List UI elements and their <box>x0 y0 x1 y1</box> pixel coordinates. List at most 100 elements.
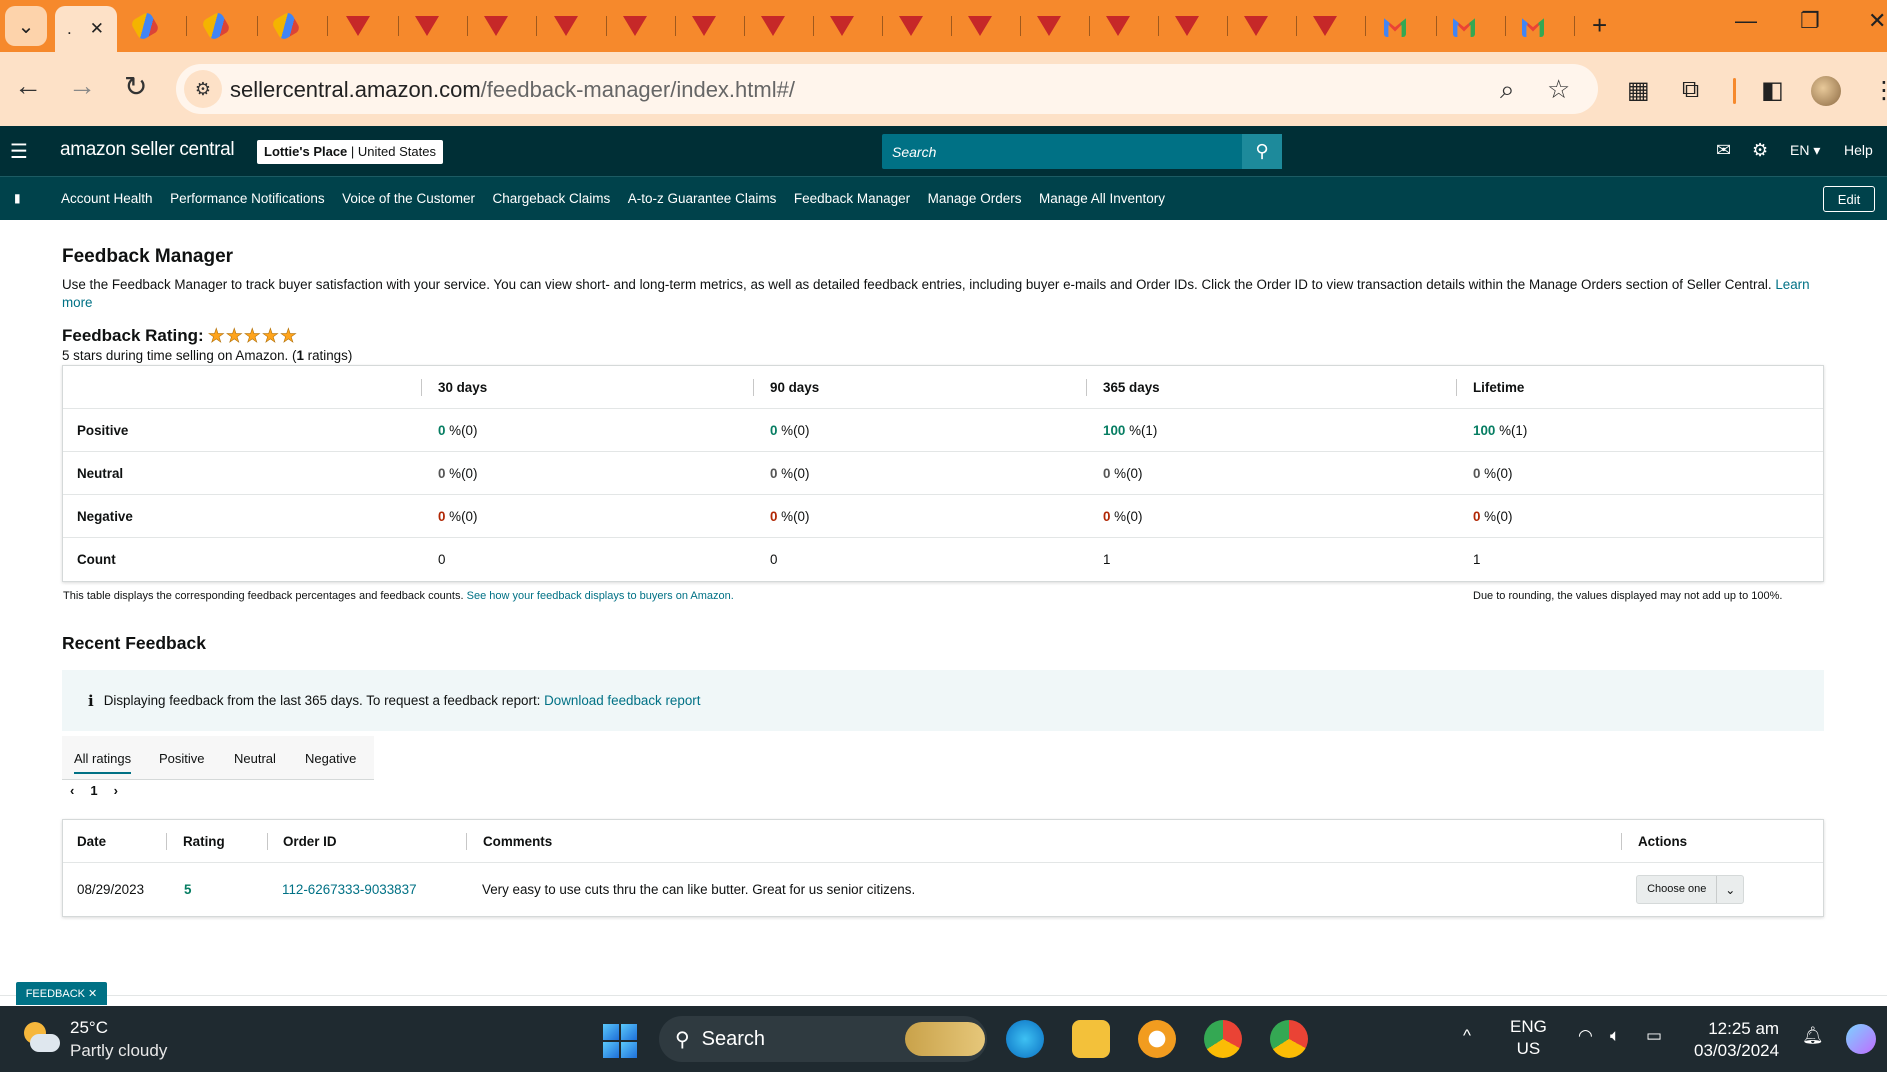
browser-tab[interactable] <box>1445 12 1511 40</box>
nav-item[interactable]: A-to-z Guarantee Claims <box>628 191 777 206</box>
download-report-link[interactable]: Download feedback report <box>544 693 700 708</box>
browser-tab[interactable] <box>1236 12 1302 40</box>
chrome-profile-icon[interactable] <box>1270 1020 1308 1058</box>
more-menu-icon[interactable]: ⋮ <box>1872 76 1887 105</box>
battery-icon[interactable]: ▭ <box>1646 1026 1662 1046</box>
browser-tab[interactable] <box>1376 12 1442 40</box>
browser-tab[interactable] <box>1098 12 1164 40</box>
browser-tab[interactable] <box>891 12 957 40</box>
edit-nav-button[interactable]: Edit <box>1823 186 1875 212</box>
next-page-icon[interactable]: › <box>114 783 118 798</box>
browser-tab[interactable] <box>197 10 263 42</box>
bookmark-star-icon[interactable]: ☆ <box>1547 74 1570 105</box>
zoom-icon[interactable]: ⌕ <box>1500 74 1515 106</box>
forward-arrow-icon[interactable]: → <box>68 70 96 102</box>
browser-tab[interactable] <box>684 12 750 40</box>
browser-tab[interactable] <box>1305 12 1371 40</box>
store-selector[interactable]: Lottie's Place | United States <box>257 140 443 164</box>
table-row: Negative 0 %(0) 0 %(0) 0 %(0) 0 %(0) <box>63 495 1823 538</box>
chrome-icon[interactable] <box>1204 1020 1242 1058</box>
mail-icon[interactable]: ✉ <box>1716 140 1731 161</box>
table-row: 08/29/2023 5 112-6267333-9033837 Very ea… <box>63 863 1823 916</box>
browser-tab[interactable] <box>960 12 1026 40</box>
url-text[interactable]: sellercentral.amazon.com/feedback-manage… <box>230 77 795 103</box>
browser-tab[interactable] <box>1167 12 1233 40</box>
buyer-display-link[interactable]: See how your feedback displays to buyers… <box>467 590 734 602</box>
current-page[interactable]: 1 <box>90 783 97 798</box>
restore-button[interactable]: ❐ <box>1800 8 1820 34</box>
ratings-cell: 0 %(0) <box>1103 466 1143 481</box>
nav-item[interactable]: Performance Notifications <box>170 191 325 206</box>
new-tab-button[interactable]: + <box>1592 10 1607 41</box>
nav-item[interactable]: Feedback Manager <box>794 191 910 206</box>
nav-item[interactable]: Chargeback Claims <box>492 191 610 206</box>
vpn-app-icon[interactable] <box>1138 1020 1176 1058</box>
file-explorer-icon[interactable] <box>1072 1020 1110 1058</box>
edge-icon[interactable] <box>1006 1020 1044 1058</box>
close-window-button[interactable]: ✕ <box>1868 8 1886 34</box>
back-arrow-icon[interactable]: ← <box>14 70 42 102</box>
settings-gear-icon[interactable]: ⚙ <box>1752 140 1768 161</box>
address-bar[interactable]: ⚙ sellercentral.amazon.com/feedback-mana… <box>176 64 1598 114</box>
actions-dropdown[interactable]: Choose one ⌄ <box>1636 875 1744 904</box>
site-info-icon[interactable]: ⚙ <box>184 70 222 108</box>
copilot-icon[interactable] <box>1846 1024 1876 1054</box>
wifi-icon[interactable]: ◠ <box>1578 1026 1593 1046</box>
side-panel-icon[interactable]: ◧ <box>1761 76 1784 105</box>
weather-icon[interactable] <box>22 1020 60 1056</box>
tab-positive[interactable]: Positive <box>159 751 205 766</box>
nav-item[interactable]: Manage All Inventory <box>1039 191 1165 206</box>
windows-start-icon[interactable] <box>603 1024 637 1058</box>
seller-central-logo[interactable]: amazon seller central <box>60 139 235 161</box>
browser-tab[interactable] <box>1514 12 1580 40</box>
feedback-button[interactable]: FEEDBACK ✕ <box>16 982 107 1005</box>
chevron-down-icon[interactable]: ⌄ <box>1717 883 1743 897</box>
weather-desc[interactable]: Partly cloudy <box>70 1041 167 1061</box>
close-tab-icon[interactable]: ✕ <box>90 19 104 39</box>
browser-tab[interactable] <box>476 12 542 40</box>
tab-negative[interactable]: Negative <box>305 751 356 766</box>
chevron-up-icon[interactable]: ^ <box>1463 1026 1471 1046</box>
browser-tab[interactable] <box>753 12 819 40</box>
bookmark-icon[interactable]: ▮ <box>14 191 21 205</box>
ratings-column-header: Lifetime <box>1473 380 1525 395</box>
help-link[interactable]: Help <box>1844 142 1873 158</box>
qr-code-icon[interactable]: ▦ <box>1627 76 1650 105</box>
pagination: ‹ 1 › <box>70 783 118 798</box>
browser-tab[interactable] <box>546 12 612 40</box>
tab-search-button[interactable]: ⌄ <box>5 6 47 46</box>
browser-tab[interactable] <box>615 12 681 40</box>
reload-icon[interactable]: ↻ <box>124 70 147 103</box>
tab-all-ratings[interactable]: All ratings <box>74 751 132 774</box>
header-search-input[interactable] <box>882 134 1242 169</box>
nav-item[interactable]: Account Health <box>61 191 153 206</box>
nav-item[interactable]: Manage Orders <box>928 191 1022 206</box>
weather-temp[interactable]: 25°C <box>70 1018 108 1038</box>
browser-tab[interactable] <box>822 12 888 40</box>
nav-item[interactable]: Voice of the Customer <box>342 191 475 206</box>
active-tab[interactable]: . ✕ <box>55 6 117 52</box>
profile-avatar[interactable] <box>1811 76 1841 106</box>
ratings-cell: 0 <box>438 552 446 567</box>
volume-icon[interactable]: 🔈︎ <box>1610 1026 1620 1046</box>
browser-tab[interactable] <box>126 10 192 42</box>
page-title: Feedback Manager <box>62 246 234 267</box>
column-divider <box>1086 379 1087 396</box>
extensions-icon[interactable]: ⧉ <box>1682 76 1699 104</box>
search-icon[interactable]: ⚲ <box>1242 134 1282 169</box>
language-selector[interactable]: EN ▾ <box>1790 142 1820 159</box>
browser-tab[interactable] <box>338 12 404 40</box>
tab-neutral[interactable]: Neutral <box>234 751 276 766</box>
language-indicator[interactable]: ENG US <box>1510 1016 1547 1060</box>
browser-tab[interactable] <box>1029 12 1095 40</box>
order-id-link[interactable]: 112-6267333-9033837 <box>282 863 417 916</box>
tab-separator <box>327 16 328 36</box>
info-icon: i <box>88 691 94 710</box>
browser-tab[interactable] <box>407 12 473 40</box>
notification-bell-icon[interactable]: 🔔︎ <box>1802 1026 1824 1046</box>
minimize-button[interactable]: — <box>1735 8 1757 34</box>
clock[interactable]: 12:25 am 03/03/2024 <box>1694 1018 1779 1062</box>
browser-tab[interactable] <box>267 10 333 42</box>
prev-page-icon[interactable]: ‹ <box>70 783 74 798</box>
hamburger-menu-icon[interactable]: ☰ <box>10 139 28 164</box>
